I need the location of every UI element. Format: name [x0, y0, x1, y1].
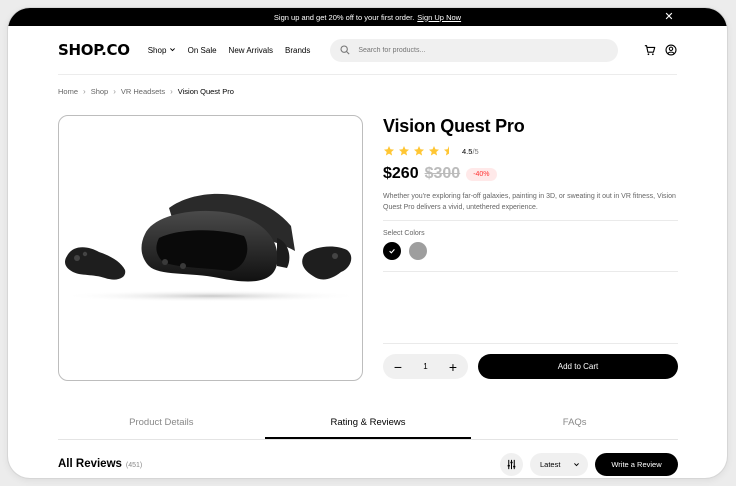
price-row: $260 $300 -40% [383, 165, 678, 183]
star-icon [399, 146, 409, 156]
cart-row: − 1 + Add to Cart [383, 354, 678, 379]
promo-text: Sign up and get 20% off to your first or… [273, 12, 415, 22]
current-price: $260 [383, 165, 419, 182]
reviews-count: (451) [125, 461, 143, 469]
divider [383, 343, 678, 344]
vr-headset-illustration [61, 193, 361, 302]
search-bar[interactable] [330, 38, 619, 62]
breadcrumb-home[interactable]: Home [58, 87, 78, 96]
breadcrumb: Home › Shop › VR Headsets › Vision Quest… [58, 87, 234, 96]
review-controls: Latest Write a Review [500, 452, 678, 476]
rating: 4.5/5 [383, 145, 678, 157]
chevron-down-icon [169, 47, 175, 51]
chevron-right-icon: › [83, 87, 86, 96]
chevron-right-icon: › [113, 87, 116, 96]
breadcrumb-current: Vision Quest Pro [177, 87, 234, 96]
reviews-header: All Reviews (451) Latest Write a Review [58, 452, 678, 476]
sort-dropdown[interactable]: Latest [530, 452, 588, 476]
tab-rating-reviews[interactable]: Rating & Reviews [264, 411, 472, 439]
nav-shop[interactable]: Shop [148, 46, 176, 55]
chevron-right-icon: › [170, 87, 173, 96]
star-icon [384, 146, 394, 156]
write-review-button[interactable]: Write a Review [595, 452, 678, 476]
quantity-value: 1 [423, 362, 428, 371]
tab-faqs[interactable]: FAQs [471, 411, 678, 439]
half-star-icon [444, 146, 449, 156]
divider [383, 220, 678, 221]
navbar: SHOP.CO Shop On Sale New Arrivals Brands [58, 26, 677, 75]
breadcrumb-vr-headsets[interactable]: VR Headsets [121, 87, 165, 96]
promo-banner: Sign up and get 20% off to your first or… [8, 8, 727, 26]
search-icon [340, 45, 350, 55]
sign-up-link[interactable]: Sign Up Now [417, 13, 461, 22]
reviews-title: All Reviews [58, 458, 122, 470]
product-tabs: Product Details Rating & Reviews FAQs [58, 411, 678, 440]
nav-brands[interactable]: Brands [285, 46, 310, 55]
nav-links: Shop On Sale New Arrivals Brands [148, 46, 311, 55]
check-icon [389, 249, 395, 254]
rating-max: /5 [472, 146, 479, 156]
rating-text: 4.5/5 [462, 147, 479, 156]
original-price: $300 [424, 165, 461, 182]
minus-icon[interactable]: − [393, 360, 403, 374]
nav-on-sale[interactable]: On Sale [188, 46, 217, 55]
nav-icons [643, 44, 677, 57]
cart-icon[interactable] [643, 44, 656, 57]
breadcrumb-shop[interactable]: Shop [91, 87, 109, 96]
user-icon[interactable] [664, 44, 677, 57]
filter-icon [507, 459, 516, 469]
search-input[interactable] [356, 45, 601, 55]
sort-value: Latest [540, 459, 561, 469]
product-title: Vision Quest Pro [383, 116, 525, 136]
chevron-down-icon [574, 462, 579, 466]
color-swatches [383, 242, 678, 260]
tab-product-details[interactable]: Product Details [58, 411, 265, 439]
product-description: Whether you're exploring far-off galaxie… [383, 193, 676, 211]
nav-shop-label: Shop [147, 45, 167, 55]
color-swatch-black[interactable] [383, 242, 401, 260]
nav-new-arrivals[interactable]: New Arrivals [229, 46, 273, 55]
discount-badge: -40% [466, 167, 497, 181]
product-image [58, 115, 363, 381]
filter-button[interactable] [500, 452, 523, 476]
colors-label: Select Colors [383, 230, 425, 237]
color-swatch-gray[interactable] [409, 242, 427, 260]
rating-value: 4.5 [462, 146, 473, 156]
product-info: Vision Quest Pro 4.5/5 $260 $300 -40% Wh… [383, 116, 678, 272]
close-icon[interactable]: ✕ [663, 11, 675, 23]
divider [383, 271, 678, 272]
star-icon [414, 146, 424, 156]
browser-frame: Sign up and get 20% off to your first or… [8, 8, 727, 478]
plus-icon[interactable]: + [448, 360, 458, 374]
star-icon [429, 146, 439, 156]
logo[interactable]: SHOP.CO [58, 41, 130, 59]
add-to-cart-button[interactable]: Add to Cart [478, 354, 678, 379]
quantity-stepper: − 1 + [383, 354, 468, 379]
